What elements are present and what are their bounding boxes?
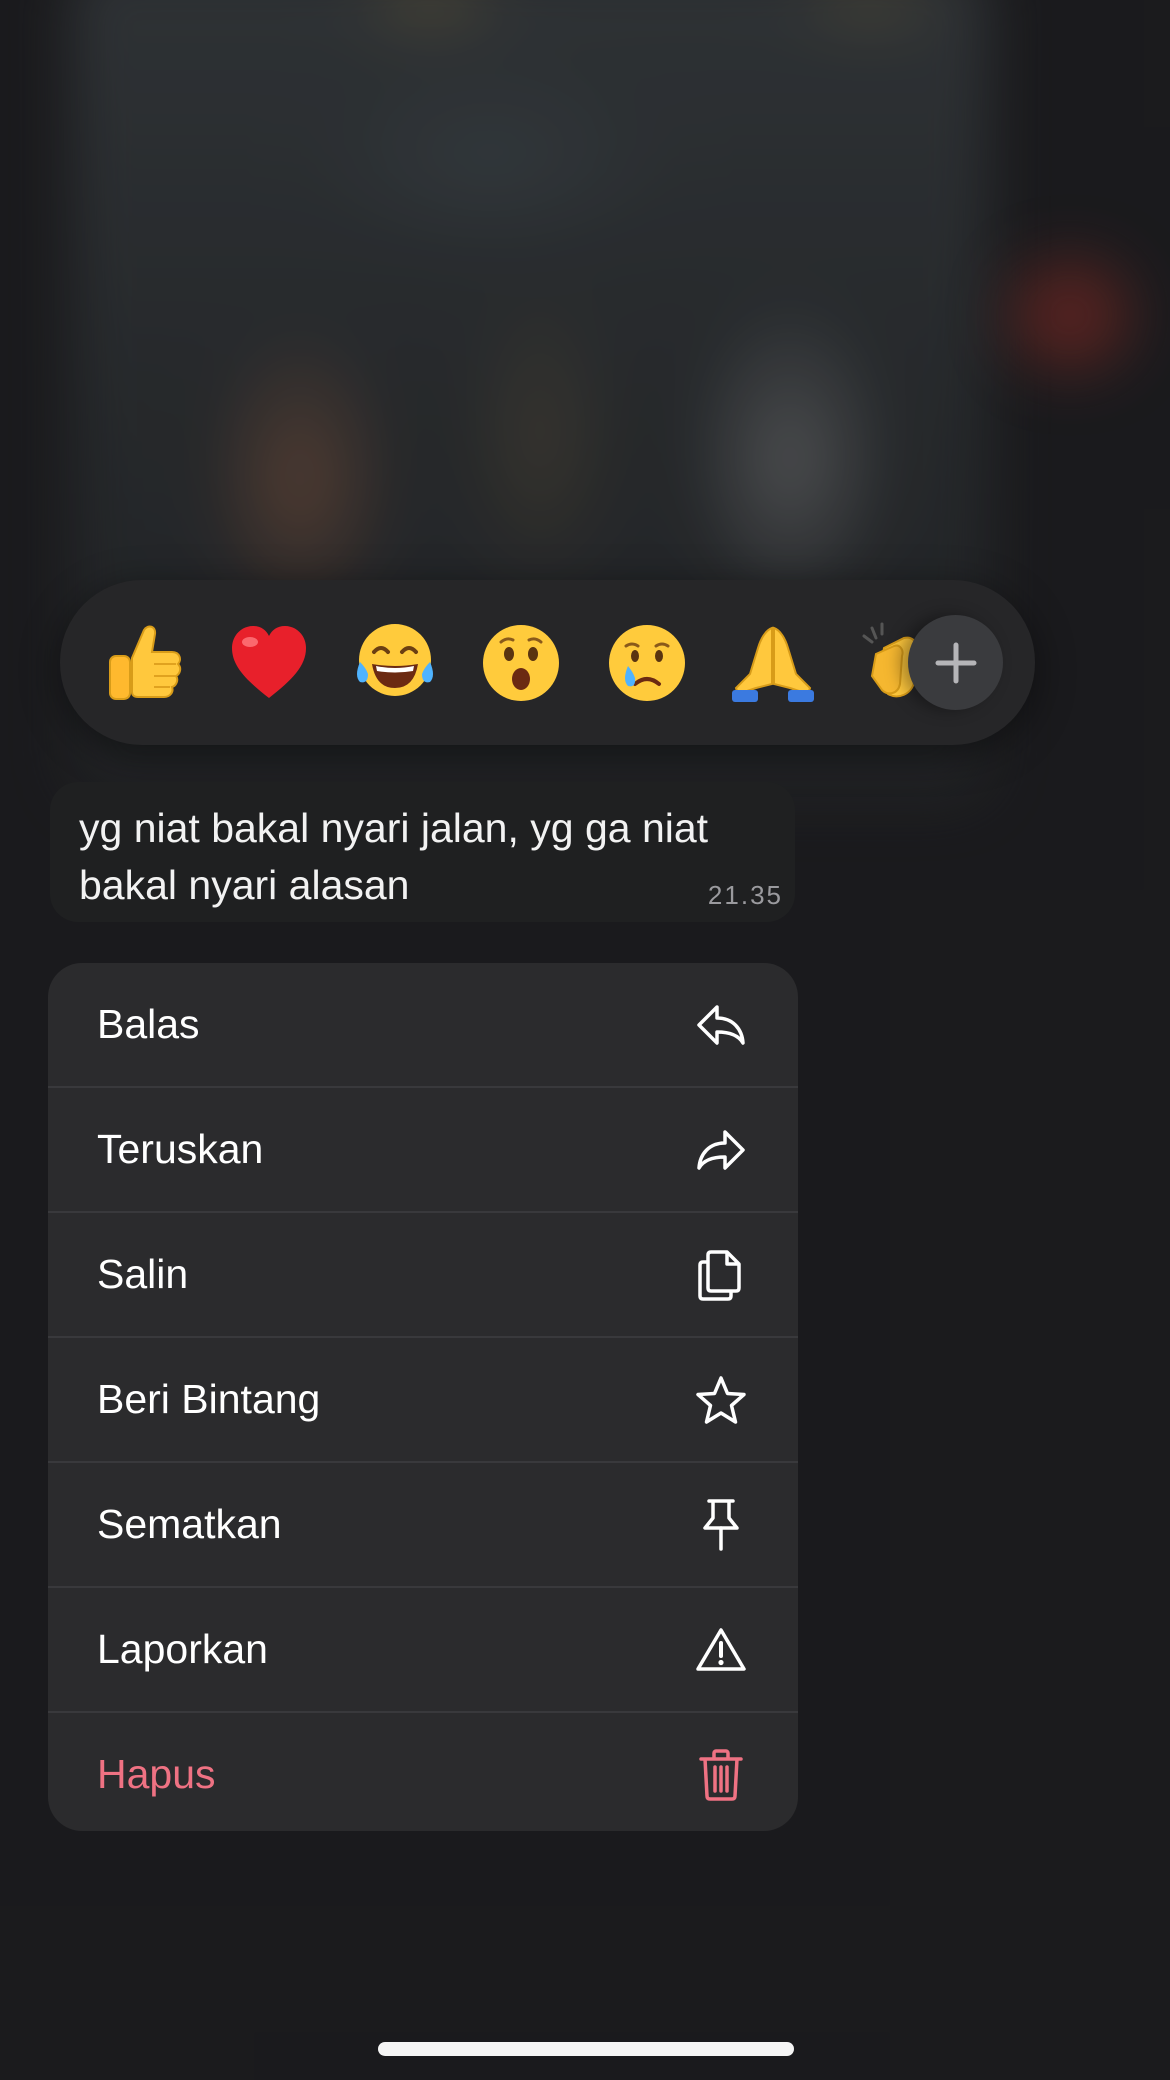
menu-item-label: Teruskan <box>97 1126 264 1172</box>
copy-icon <box>686 1240 756 1310</box>
menu-item-label: Hapus <box>97 1751 216 1797</box>
menu-item-label: Laporkan <box>97 1626 268 1672</box>
crying-face-icon <box>609 624 685 701</box>
menu-item-reply[interactable]: Balas <box>48 963 798 1088</box>
pin-icon <box>686 1490 756 1560</box>
crying-face-emoji[interactable] <box>584 600 710 726</box>
tears-of-joy-icon <box>357 623 433 696</box>
message-time: 21.35 <box>707 880 783 910</box>
menu-item-label: Beri Bintang <box>97 1376 321 1422</box>
folded-hands-emoji[interactable] <box>710 600 836 726</box>
forward-icon <box>686 1115 756 1185</box>
warning-icon <box>686 1615 756 1685</box>
tears-of-joy-emoji[interactable] <box>332 600 458 726</box>
emoji-row <box>80 580 962 745</box>
folded-hands-icon <box>732 626 814 702</box>
thumbs-up-emoji[interactable] <box>80 600 206 726</box>
menu-item-report[interactable]: Laporkan <box>48 1588 798 1713</box>
menu-item-star[interactable]: Beri Bintang <box>48 1338 798 1463</box>
surprised-face-emoji[interactable] <box>458 600 584 726</box>
menu-item-copy[interactable]: Salin <box>48 1213 798 1338</box>
thumbs-up-icon <box>109 625 182 700</box>
screen: yg niat bakal nyari jalan, yg ga niat ba… <box>0 0 1170 2080</box>
surprised-face-icon <box>483 624 559 701</box>
star-icon <box>686 1365 756 1435</box>
trash-icon <box>686 1740 756 1810</box>
context-menu: Balas Teruskan Salin Beri Bintang Sematk… <box>48 963 798 1831</box>
reply-icon <box>686 990 756 1060</box>
message-bubble[interactable]: yg niat bakal nyari jalan, yg ga niat ba… <box>50 782 795 922</box>
menu-item-pin[interactable]: Sematkan <box>48 1463 798 1588</box>
plus-icon <box>935 642 976 683</box>
red-heart-emoji[interactable] <box>206 600 332 726</box>
message-text: yg niat bakal nyari jalan, yg ga niat ba… <box>79 805 709 908</box>
menu-item-label: Salin <box>97 1251 189 1297</box>
home-indicator[interactable] <box>378 2042 794 2056</box>
menu-item-label: Balas <box>97 1001 200 1047</box>
menu-item-forward[interactable]: Teruskan <box>48 1088 798 1213</box>
menu-item-label: Sematkan <box>97 1501 282 1547</box>
more-reactions-button[interactable] <box>908 615 1003 710</box>
reaction-bar <box>60 580 1035 745</box>
menu-item-delete[interactable]: Hapus <box>48 1713 798 1831</box>
heart-icon <box>232 625 306 698</box>
